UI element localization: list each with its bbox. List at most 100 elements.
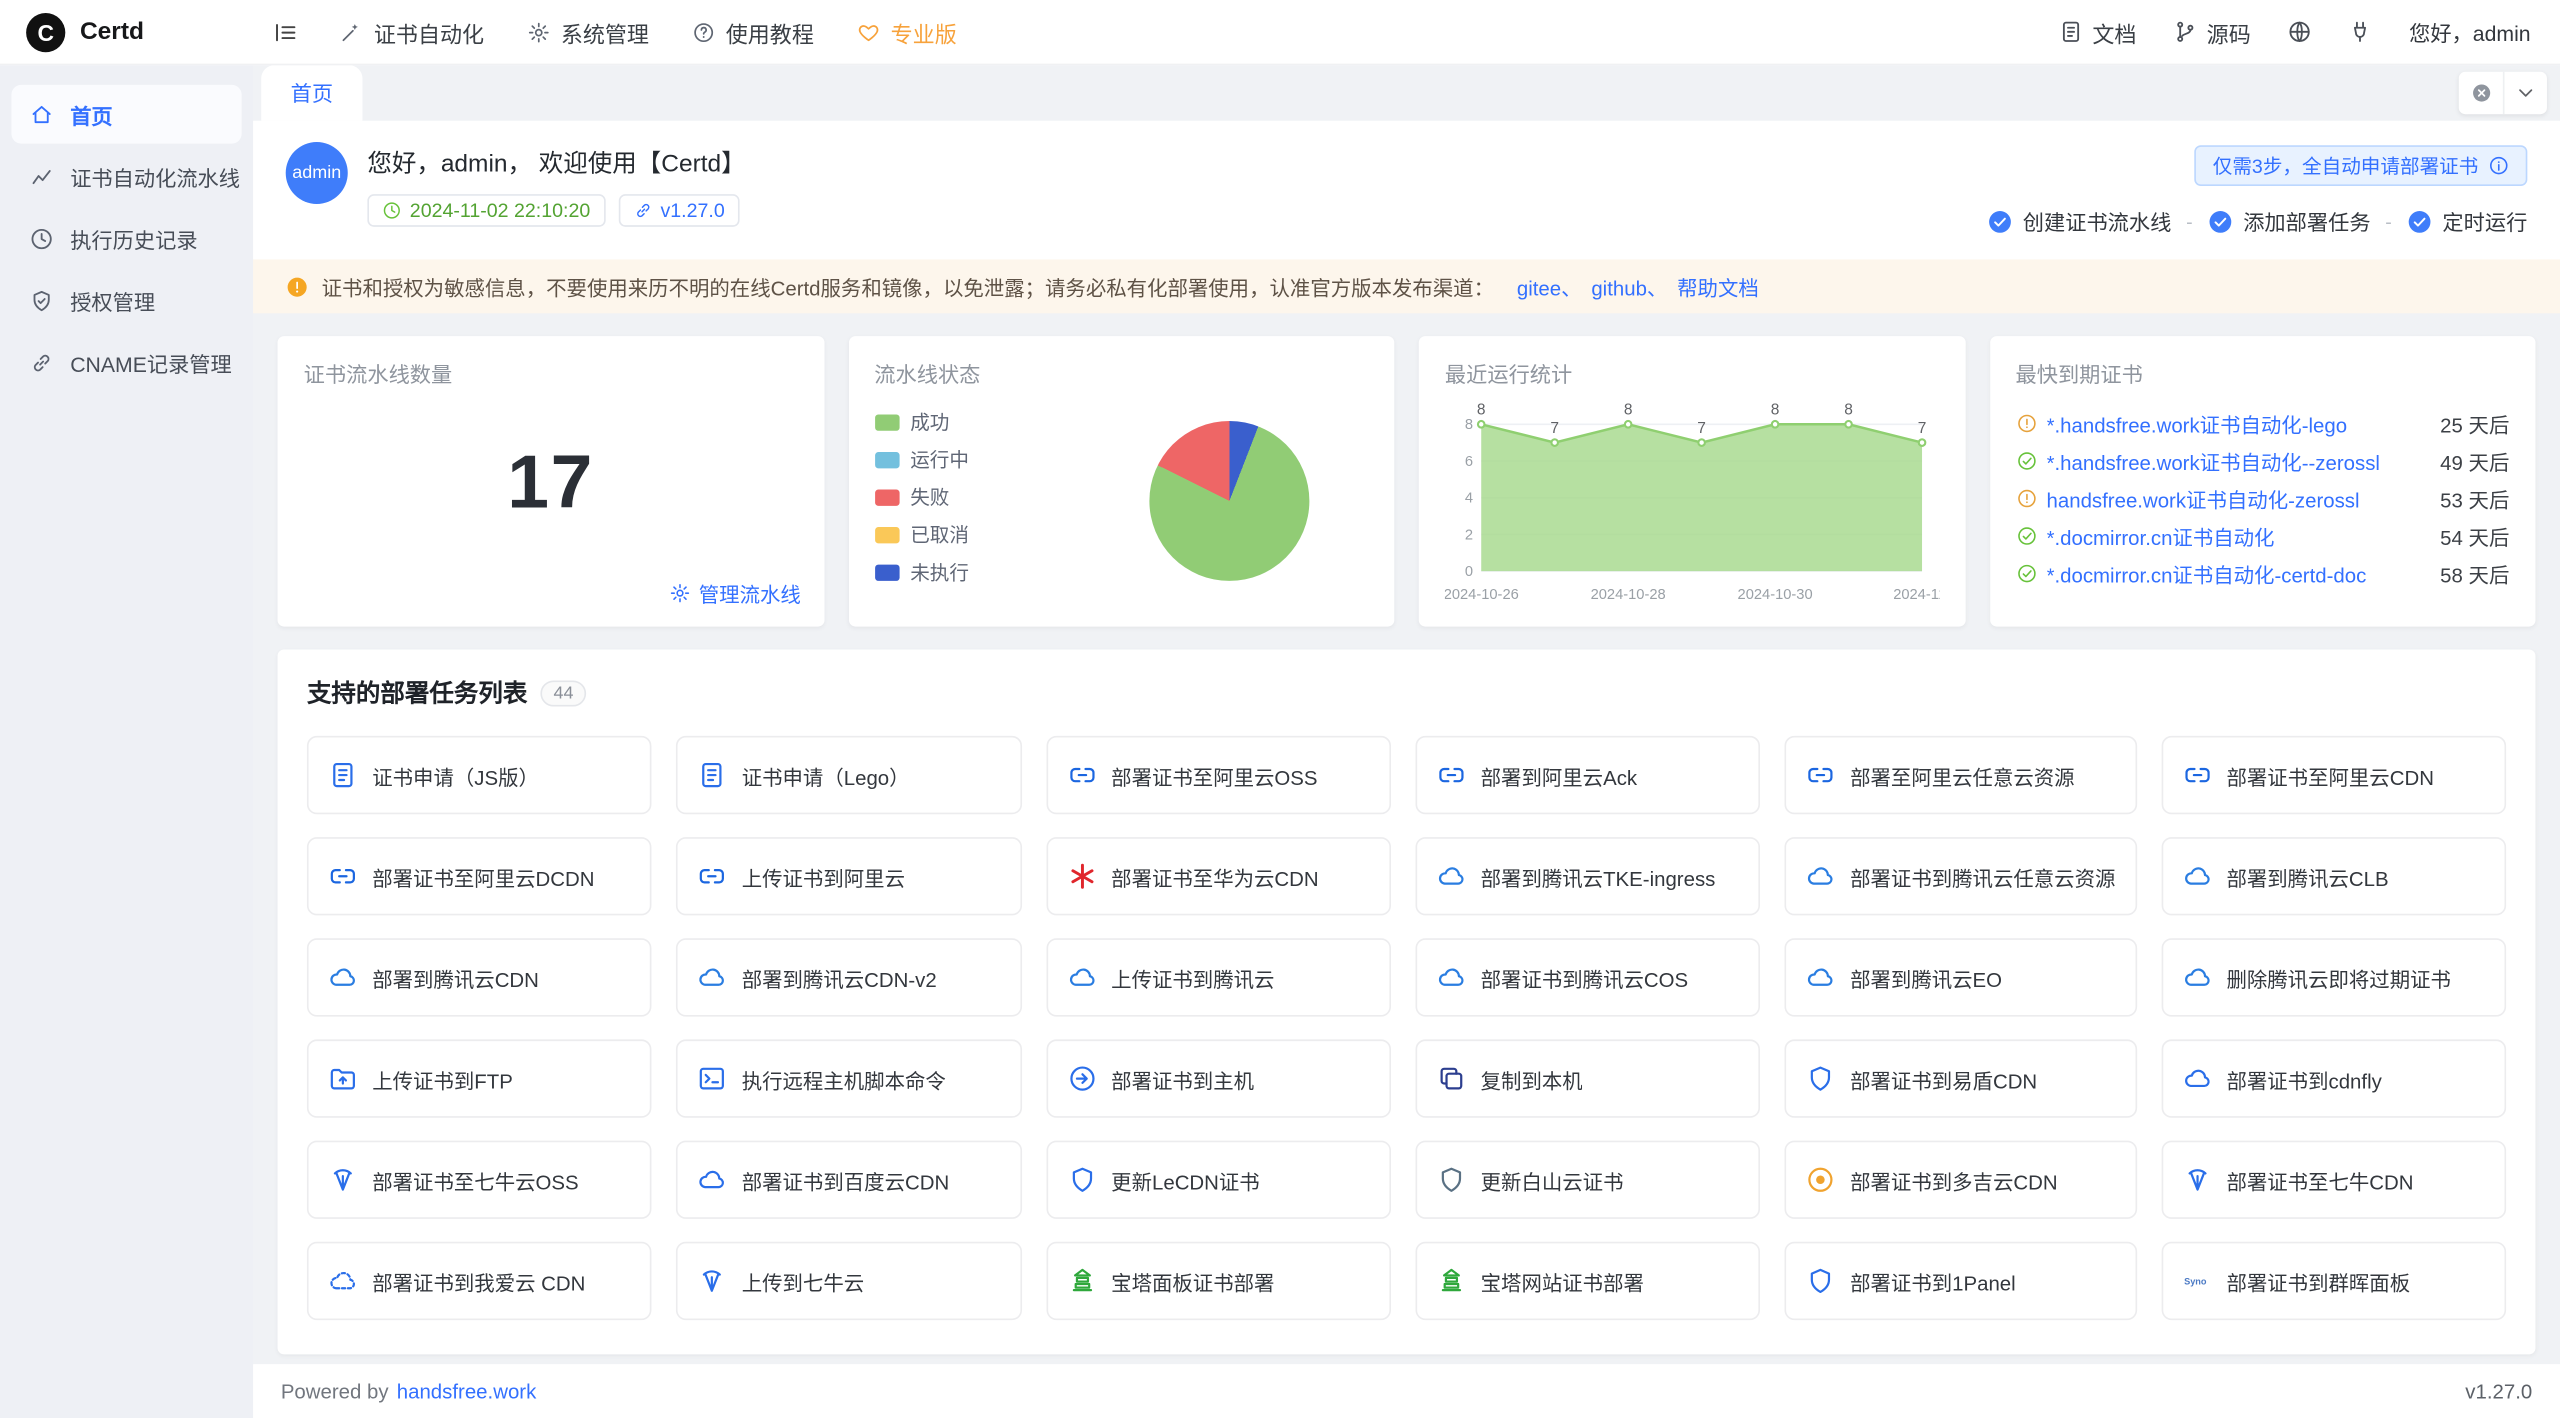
deploy-task-card[interactable]: 部署证书到腾讯云COS [1415, 938, 1760, 1016]
pipeline-count-card: 证书流水线数量 17 管理流水线 [278, 336, 824, 626]
deploy-task-card[interactable]: 部署证书到1Panel [1785, 1242, 2137, 1320]
cert-days-left: 49 天后 [2440, 445, 2509, 476]
sidebar-item[interactable]: 证书自动化流水线 [11, 147, 241, 206]
deploy-task-card[interactable]: 部署证书到腾讯云任意云资源 [1785, 837, 2137, 915]
deploy-task-icon [1067, 760, 1096, 789]
deploy-task-icon [2182, 963, 2211, 992]
deploy-task-card[interactable]: 部署证书至七牛CDN [2161, 1141, 2506, 1219]
cert-days-left: 53 天后 [2440, 483, 2509, 514]
deploy-task-card[interactable]: 复制到本机 [1415, 1039, 1760, 1117]
deploy-task-card[interactable]: 部署到腾讯云CLB [2161, 837, 2506, 915]
step-label: 添加部署任务 [2243, 206, 2370, 237]
deploy-task-card[interactable]: 部署至阿里云任意云资源 [1785, 736, 2137, 814]
sidebar-item[interactable]: 执行历史记录 [11, 209, 241, 268]
recent-run-chart: 0246887878872024-10-262024-10-282024-10-… [1445, 395, 1939, 610]
deploy-task-card[interactable]: 部署到腾讯云TKE-ingress [1415, 837, 1760, 915]
collapse-sidebar-icon[interactable] [253, 19, 318, 45]
deploy-task-card[interactable]: 证书申请（JS版） [307, 736, 652, 814]
step-separator: - [2385, 210, 2392, 233]
card-title: 最快到期证书 [2016, 357, 2510, 388]
deploy-task-card[interactable]: 部署到腾讯云CDN [307, 938, 652, 1016]
deploy-task-card[interactable]: 部署证书至阿里云CDN [2161, 736, 2506, 814]
user-menu[interactable]: 您好，admin [2393, 16, 2531, 47]
deploy-task-card[interactable]: 部署证书至阿里云DCDN [307, 837, 652, 915]
deploy-task-icon [1067, 1266, 1096, 1295]
language-button[interactable] [2272, 0, 2326, 64]
notice-link[interactable]: 帮助文档 [1677, 277, 1759, 300]
sidebar-item[interactable]: 授权管理 [11, 271, 241, 330]
notice-links: gitee、 github、帮助文档 [1507, 271, 1759, 302]
deploy-task-label: 部署证书到腾讯云COS [1481, 962, 1688, 993]
deploy-task-card[interactable]: 部署到腾讯云EO [1785, 938, 2137, 1016]
sidebar-item-label: 首页 [70, 99, 112, 130]
deploy-task-icon [1806, 1064, 1835, 1093]
deploy-task-icon [328, 963, 357, 992]
close-tabs-button[interactable] [2459, 72, 2503, 114]
deploy-task-card[interactable]: 证书申请（Lego） [676, 736, 1021, 814]
nav-item-label: 专业版 [891, 16, 957, 49]
deploy-task-label: 部署证书到我爱云 CDN [372, 1265, 585, 1296]
notice-link[interactable]: github、 [1591, 277, 1667, 300]
deploy-task-card[interactable]: 上传证书到阿里云 [676, 837, 1021, 915]
deploy-task-label: 部署证书到易盾CDN [1850, 1063, 2037, 1094]
cert-status-icon [2016, 413, 2037, 434]
header-nav-item[interactable]: 证书自动化 [318, 0, 505, 64]
deploy-tasks-grid: 证书申请（JS版） 证书申请（Lego） 部署证书至阿里云OSS 部署到阿里云A… [307, 736, 2506, 1320]
cert-name-link[interactable]: *.docmirror.cn证书自动化-certd-doc [2047, 558, 2415, 589]
deploy-task-card[interactable]: 部署证书到cdnfly [2161, 1039, 2506, 1117]
deploy-task-label: 上传证书到阿里云 [742, 861, 905, 892]
deploy-task-card[interactable]: 删除腾讯云即将过期证书 [2161, 938, 2506, 1016]
tools-button[interactable] [2332, 0, 2386, 64]
current-time: 2024-11-02 22:10:20 [410, 199, 590, 222]
deploy-task-card[interactable]: 上传证书到腾讯云 [1046, 938, 1391, 1016]
header-nav-item[interactable]: 系统管理 [505, 0, 670, 64]
handsfree-link[interactable]: handsfree.work [397, 1380, 537, 1403]
card-title: 证书流水线数量 [304, 357, 798, 388]
app-logo: C Certd [0, 12, 253, 51]
legend-label: 未执行 [910, 558, 969, 586]
deploy-task-card[interactable]: 部署证书到易盾CDN [1785, 1039, 2137, 1117]
deploy-task-card[interactable]: 部署证书到多吉云CDN [1785, 1141, 2137, 1219]
deploy-task-card[interactable]: 更新LeCDN证书 [1046, 1141, 1391, 1219]
deploy-task-card[interactable]: 部署证书至阿里云OSS [1046, 736, 1391, 814]
deploy-task-card[interactable]: 更新白山云证书 [1415, 1141, 1760, 1219]
promo-label: 仅需3步，全自动申请部署证书 [2213, 152, 2479, 180]
header-nav-item[interactable]: 使用教程 [670, 0, 835, 64]
deploy-task-card[interactable]: 上传到七牛云 [676, 1242, 1021, 1320]
deploy-task-icon [1806, 1165, 1835, 1194]
deploy-task-card[interactable]: 部署证书至华为云CDN [1046, 837, 1391, 915]
cert-name-link[interactable]: *.handsfree.work证书自动化-lego [2047, 408, 2415, 439]
tab-menu-button[interactable] [2503, 72, 2547, 114]
sidebar-item[interactable]: CNAME记录管理 [11, 333, 241, 392]
cert-name-link[interactable]: *.docmirror.cn证书自动化 [2047, 521, 2415, 552]
deploy-task-card[interactable]: 部署证书到主机 [1046, 1039, 1391, 1117]
deploy-task-label: 更新LeCDN证书 [1111, 1164, 1260, 1195]
docs-button[interactable]: 文档 [2043, 0, 2151, 64]
svg-text:0: 0 [1465, 564, 1473, 580]
deploy-task-icon [1437, 862, 1466, 891]
deploy-task-card[interactable]: 部署到腾讯云CDN-v2 [676, 938, 1021, 1016]
deploy-task-card[interactable]: 部署证书到我爱云 CDN [307, 1242, 652, 1320]
deploy-task-card[interactable]: 执行远程主机脚本命令 [676, 1039, 1021, 1117]
header-nav-item[interactable]: 专业版 [835, 0, 978, 64]
tab-home[interactable]: 首页 [261, 65, 362, 120]
cert-name-link[interactable]: *.handsfree.work证书自动化--zerossl [2047, 445, 2415, 476]
manage-pipelines-link[interactable]: 管理流水线 [669, 578, 800, 609]
app-name: Certd [80, 18, 144, 46]
cert-name-link[interactable]: handsfree.work证书自动化-zerossl [2047, 483, 2415, 514]
deploy-task-card[interactable]: 部署到阿里云Ack [1415, 736, 1760, 814]
deploy-task-card[interactable]: 部署证书到百度云CDN [676, 1141, 1021, 1219]
deploy-task-card[interactable]: 宝塔面板证书部署 [1046, 1242, 1391, 1320]
deploy-task-card[interactable]: 上传证书到FTP [307, 1039, 652, 1117]
pipeline-status-pie-chart [1149, 421, 1309, 581]
avatar[interactable]: admin [286, 142, 348, 204]
deploy-task-card[interactable]: 宝塔网站证书部署 [1415, 1242, 1760, 1320]
promo-badge[interactable]: 仅需3步，全自动申请部署证书 [2195, 145, 2528, 186]
deploy-task-card[interactable]: Syno 部署证书到群晖面板 [2161, 1242, 2506, 1320]
notice-link[interactable]: gitee、 [1517, 277, 1582, 300]
sidebar-item[interactable]: 首页 [11, 85, 241, 144]
version-badge: v1.27.0 [618, 194, 739, 227]
source-code-button[interactable]: 源码 [2158, 0, 2266, 64]
nav-item-label: 系统管理 [561, 16, 649, 49]
deploy-task-card[interactable]: 部署证书至七牛云OSS [307, 1141, 652, 1219]
